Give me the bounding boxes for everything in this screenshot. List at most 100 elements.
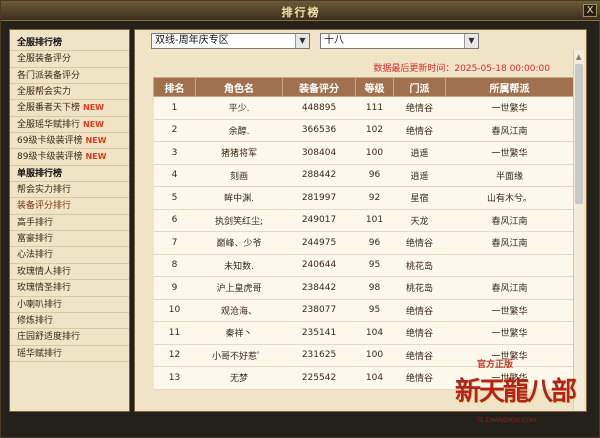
chevron-down-icon[interactable]: ▼ xyxy=(464,34,478,48)
table-row[interactable]: 5 眸中渊. 281997 92 星宿 山有木兮。 xyxy=(153,186,574,210)
table-cell: 9 xyxy=(153,276,196,300)
chevron-down-icon[interactable]: ▼ xyxy=(295,34,309,48)
scrollbar-thumb[interactable] xyxy=(575,64,583,204)
table-cell: 一世繁华 xyxy=(445,344,574,367)
table-row[interactable]: 3 猪猪将军 308404 100 逍遥 一世繁华 xyxy=(153,141,574,165)
table-cell: 一世繁华 xyxy=(445,96,574,120)
table-cell: 100 xyxy=(355,344,394,367)
sidebar-item[interactable]: 全服帮会实力 xyxy=(10,84,129,101)
table-cell: 余醇. xyxy=(195,119,283,142)
table-cell: 沪上皇虎哥 xyxy=(195,276,283,300)
sidebar-item-label: 各门派装备评分 xyxy=(17,70,81,81)
sidebar-item[interactable]: 全服番者天下榜 NEW xyxy=(10,100,129,117)
sidebar-item[interactable]: 装备评分排行 xyxy=(10,198,129,215)
table-cell: 96 xyxy=(355,164,394,187)
table-cell: 308404 xyxy=(282,141,356,165)
sidebar-item-label: 心法排行 xyxy=(17,250,54,261)
sidebar-item-label: 瑶华赋排行 xyxy=(17,348,63,359)
table-row[interactable]: 10 观沧海、 238077 95 绝情谷 一世繁华 xyxy=(153,299,574,322)
sidebar-item[interactable]: 玫瑰情圣排行 xyxy=(10,280,129,297)
table-cell: 5 xyxy=(153,186,196,210)
sidebar-item[interactable]: 帮会实力排行 xyxy=(10,182,129,199)
table-cell: 执剑笑红尘; xyxy=(195,209,283,232)
sidebar-item[interactable]: 小喇叭排行 xyxy=(10,297,129,313)
table-cell: 山有木兮。 xyxy=(445,186,574,210)
table-row[interactable]: 4 刻画 288442 96 逍遥 半面缘 xyxy=(153,164,574,187)
sidebar-item[interactable]: 修炼排行 xyxy=(10,313,129,330)
sidebar-item-label: 69级卡级装评榜 xyxy=(17,136,83,147)
sidebar-item[interactable]: 富豪排行 xyxy=(10,231,129,248)
sidebar-item[interactable]: 各门派装备评分 xyxy=(10,68,129,85)
table-cell: 98 xyxy=(355,276,394,300)
table-cell: 11 xyxy=(153,321,196,345)
sidebar-item[interactable]: 瑶华赋排行 xyxy=(10,346,129,362)
vertical-scrollbar[interactable]: ▲ xyxy=(573,50,584,410)
table-cell: 平少. xyxy=(195,96,283,120)
table-cell: 101 xyxy=(355,209,394,232)
table-cell: 春风江南 xyxy=(445,231,574,255)
table-row[interactable]: 9 沪上皇虎哥 238442 98 桃花岛 春风江南 xyxy=(153,276,574,300)
table-row[interactable]: 8 未知数. 240644 95 桃花岛 xyxy=(153,254,574,277)
table-cell: 100 xyxy=(355,141,394,165)
sidebar-item-label: 玫瑰情人排行 xyxy=(17,266,72,277)
column-header[interactable]: 角色名 xyxy=(195,77,283,97)
table-cell: 春风江南 xyxy=(445,276,574,300)
sidebar-item-label: 庄园舒适度排行 xyxy=(17,332,81,343)
sidebar-menu: 全服排行榜 全服装备评分 各门派装备评分 全服帮会实力 全服番者天下榜 NEW 全服瑶华赋排… xyxy=(10,30,129,362)
table-cell: 448895 xyxy=(282,96,356,120)
table-row[interactable]: 11 秦祥丶 235141 104 绝情谷 一世繁华 xyxy=(153,321,574,345)
sidebar-item[interactable]: 69级卡级装评榜 NEW xyxy=(10,133,129,150)
new-badge: NEW xyxy=(83,103,104,113)
table-cell: 春风江南 xyxy=(445,209,574,232)
close-button[interactable]: X xyxy=(583,4,597,17)
column-header[interactable]: 装备评分 xyxy=(282,77,356,97)
column-header[interactable]: 等级 xyxy=(355,77,394,97)
column-header[interactable]: 排名 xyxy=(153,77,196,97)
scroll-up-icon[interactable]: ▲ xyxy=(576,53,581,61)
ranking-window: 排行榜 X 全服排行榜 全服装备评分 各门派装备评分 全服帮会实力 全服番者天下榜 NEW… xyxy=(0,0,600,438)
table-cell: 绝情谷 xyxy=(393,119,446,142)
table-row[interactable]: 6 执剑笑红尘; 249017 101 天龙 春风江南 xyxy=(153,209,574,232)
table-cell: 半面缘 xyxy=(445,164,574,187)
table-row[interactable]: 2 余醇. 366536 102 绝情谷 春风江南 xyxy=(153,119,574,142)
table-cell: 桃花岛 xyxy=(393,254,446,277)
table-cell: 星宿 xyxy=(393,186,446,210)
sidebar-item[interactable]: 玫瑰情人排行 xyxy=(10,264,129,281)
sidebar-item[interactable]: 心法排行 xyxy=(10,247,129,264)
sidebar: 全服排行榜 全服装备评分 各门派装备评分 全服帮会实力 全服番者天下榜 NEW 全服瑶华赋排… xyxy=(9,29,130,412)
new-badge: NEW xyxy=(85,152,107,162)
ranking-table: 排名 角色名 装备评分 等级 门派 所属帮派 1 平少. 448895 111 绝情谷 一世繁华 2 余… xyxy=(153,77,574,390)
table-cell: 366536 xyxy=(282,119,356,142)
server-select[interactable]: 十八 ▼ xyxy=(320,33,479,49)
server-group-select[interactable]: 双线-周年庆专区 ▼ xyxy=(151,33,310,49)
table-cell: 104 xyxy=(355,321,394,345)
new-badge: NEW xyxy=(83,119,104,129)
sidebar-item[interactable]: 全服装备评分 xyxy=(10,51,129,68)
table-row[interactable]: 7 巅峰、少爷 244975 96 绝情谷 春风江南 xyxy=(153,231,574,255)
sidebar-item-label: 修炼排行 xyxy=(17,315,54,326)
table-cell: 13 xyxy=(153,366,196,390)
sidebar-item-label: 全服装备评分 xyxy=(17,54,72,65)
table-cell: 巅峰、少爷 xyxy=(195,231,283,255)
table-row[interactable]: 1 平少. 448895 111 绝情谷 一世繁华 xyxy=(153,96,574,120)
sidebar-item[interactable]: 高手排行 xyxy=(10,215,129,232)
table-cell: 92 xyxy=(355,186,394,210)
column-header[interactable]: 门派 xyxy=(393,77,446,97)
sidebar-item[interactable]: 全服瑶华赋排行 NEW xyxy=(10,117,129,134)
table-cell: 12 xyxy=(153,344,196,367)
table-cell: 观沧海、 xyxy=(195,299,283,322)
table-cell: 逍遥 xyxy=(393,164,446,187)
table-cell: 秦祥丶 xyxy=(195,321,283,345)
table-row[interactable]: 12 小哥不好惹゜ 231625 100 绝情谷 一世繁华 xyxy=(153,344,574,367)
sidebar-item[interactable]: 庄园舒适度排行 xyxy=(10,329,129,346)
title-bar[interactable]: 排行榜 X xyxy=(1,1,600,21)
table-row[interactable]: 13 无梦 225542 104 绝情谷 一世繁华 xyxy=(153,366,574,390)
sidebar-item[interactable]: 89级卡级装评榜 NEW xyxy=(10,149,129,166)
bottom-bar xyxy=(9,415,587,435)
table-cell: 8 xyxy=(153,254,196,277)
column-header[interactable]: 所属帮派 xyxy=(445,77,574,97)
table-cell: 绝情谷 xyxy=(393,344,446,367)
table-cell: 235141 xyxy=(282,321,356,345)
table-cell: 96 xyxy=(355,231,394,255)
table-cell: 桃花岛 xyxy=(393,276,446,300)
